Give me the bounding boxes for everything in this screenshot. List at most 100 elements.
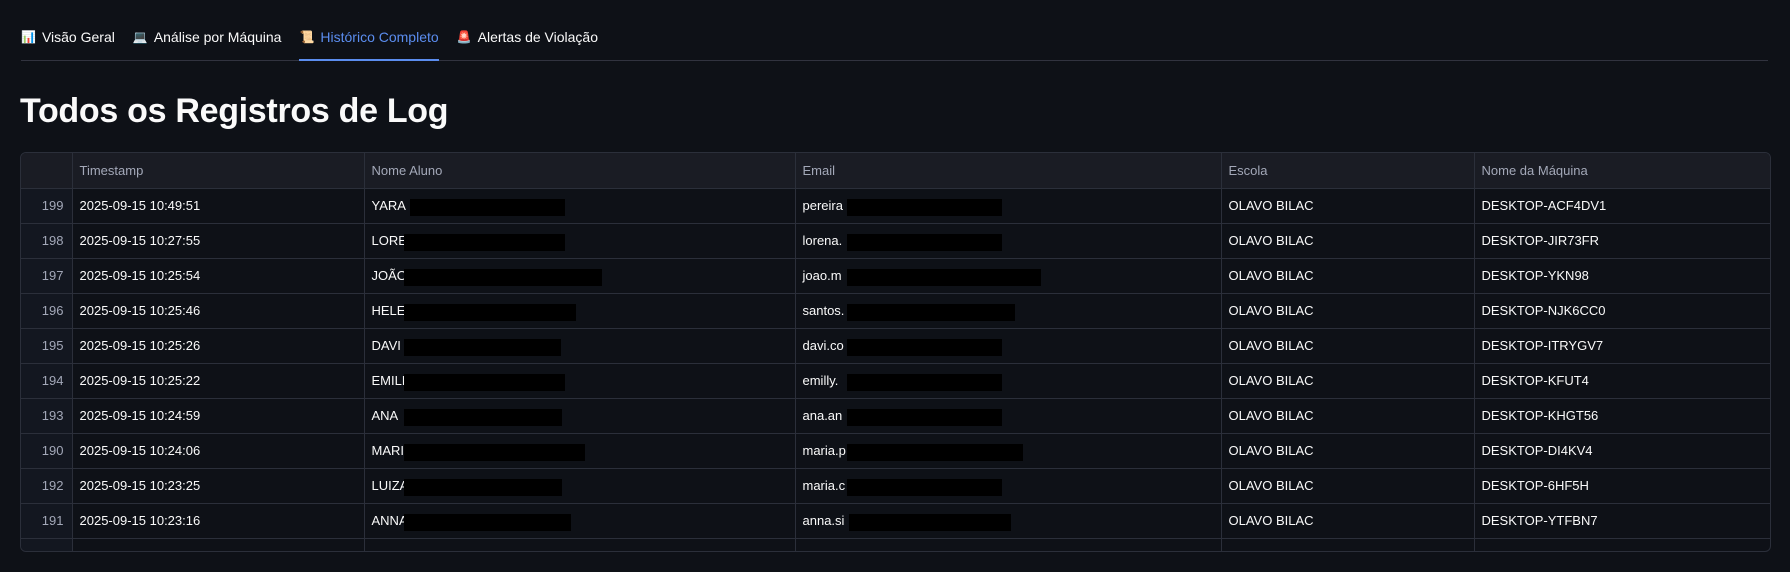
column-header-nome-maquina[interactable]: Nome da Máquina: [1474, 153, 1770, 189]
table-row[interactable]: 191 2025-09-15 10:23:16 ANNA anna.si OLAVO B…: [21, 503, 1770, 539]
cell-escola-text: OLAVO BILAC: [1228, 512, 1314, 528]
cell-email-text: maria.p: [802, 442, 846, 458]
cell-nome-maquina[interactable]: DESKTOP-YTFBN7: [1474, 503, 1770, 539]
cell-escola[interactable]: OLAVO BILAC: [1221, 223, 1475, 259]
cell-nome-aluno[interactable]: EMILL: [364, 363, 796, 399]
cell-email[interactable]: emilly.: [795, 363, 1222, 399]
cell-email-text: davi.co: [802, 337, 844, 353]
cell-index[interactable]: 197: [21, 258, 73, 294]
cell-index[interactable]: 196: [21, 293, 73, 329]
tab-visao-geral[interactable]: 📊 Visão Geral: [21, 22, 115, 60]
cell-index[interactable]: 192: [21, 468, 73, 504]
cell-email[interactable]: maria.c: [795, 468, 1222, 504]
table-row[interactable]: 196 2025-09-15 10:25:46 HELE santos. OLAVO B…: [21, 293, 1770, 329]
cell-index[interactable]: 191: [21, 503, 73, 539]
cell-timestamp[interactable]: 2025-09-15 10:25:54: [72, 258, 365, 294]
cell-escola-text: OLAVO BILAC: [1228, 442, 1314, 458]
cell-index-text: 192: [41, 477, 64, 493]
column-header-email[interactable]: Email: [795, 153, 1222, 189]
cell-timestamp[interactable]: 2025-09-15 10:24:06: [72, 433, 365, 469]
cell-timestamp[interactable]: 2025-09-15 10:24:59: [72, 398, 365, 434]
cell-nome-aluno[interactable]: LORE: [364, 223, 796, 259]
table-row[interactable]: 193 2025-09-15 10:24:59 ANA ana.an OLAVO BIL…: [21, 398, 1770, 434]
cell-nome-maquina[interactable]: DESKTOP-NJK6CC0: [1474, 293, 1770, 329]
cell-nome-maquina[interactable]: DESKTOP-ITRYGV7: [1474, 328, 1770, 364]
cell-email[interactable]: pereira: [795, 188, 1222, 224]
cell-timestamp[interactable]: 2025-09-15 10:23:16: [72, 503, 365, 539]
column-header-escola[interactable]: Escola: [1221, 153, 1475, 189]
cell-nome-aluno-text: LORE: [371, 232, 407, 248]
cell-escola[interactable]: OLAVO BILAC: [1221, 503, 1475, 539]
cell-timestamp[interactable]: 2025-09-15 10:25:22: [72, 363, 365, 399]
empty-cell: [795, 538, 1222, 551]
cell-escola[interactable]: OLAVO BILAC: [1221, 433, 1475, 469]
column-header-nome-aluno[interactable]: Nome Aluno: [364, 153, 796, 189]
cell-email[interactable]: anna.si: [795, 503, 1222, 539]
cell-nome-maquina[interactable]: DESKTOP-KFUT4: [1474, 363, 1770, 399]
cell-index[interactable]: 195: [21, 328, 73, 364]
redaction-bar: [403, 478, 562, 496]
cell-escola[interactable]: OLAVO BILAC: [1221, 328, 1475, 364]
cell-nome-aluno[interactable]: HELE: [364, 293, 796, 329]
cell-escola[interactable]: OLAVO BILAC: [1221, 188, 1475, 224]
cell-index[interactable]: 199: [21, 188, 73, 224]
cell-index[interactable]: 193: [21, 398, 73, 434]
cell-nome-maquina[interactable]: DESKTOP-YKN98: [1474, 258, 1770, 294]
cell-nome-maquina[interactable]: DESKTOP-KHGT56: [1474, 398, 1770, 434]
cell-email[interactable]: davi.co: [795, 328, 1222, 364]
cell-email[interactable]: ana.an: [795, 398, 1222, 434]
cell-timestamp-text: 2025-09-15 10:25:46: [79, 302, 201, 318]
cell-nome-aluno[interactable]: MARI: [364, 433, 796, 469]
table-row[interactable]: 199 2025-09-15 10:49:51 YARA pereira OLAVO B…: [21, 188, 1770, 224]
cell-timestamp[interactable]: 2025-09-15 10:25:26: [72, 328, 365, 364]
tab-historico-completo[interactable]: 📜 Histórico Completo: [299, 22, 439, 61]
column-header-index[interactable]: [21, 153, 73, 189]
tab-alertas-de-violacao[interactable]: 🚨 Alertas de Violação: [457, 22, 598, 60]
redaction-bar: [846, 478, 1002, 496]
cell-email[interactable]: santos.: [795, 293, 1222, 329]
log-data-table[interactable]: Timestamp Nome Aluno Email Escola Nome d…: [20, 152, 1771, 552]
table-row[interactable]: 195 2025-09-15 10:25:26 DAVI davi.co OLAVO B…: [21, 328, 1770, 364]
cell-timestamp[interactable]: 2025-09-15 10:49:51: [72, 188, 365, 224]
cell-nome-maquina[interactable]: DESKTOP-JIR73FR: [1474, 223, 1770, 259]
cell-email-text: anna.si: [802, 512, 845, 528]
cell-email[interactable]: maria.p: [795, 433, 1222, 469]
cell-escola[interactable]: OLAVO BILAC: [1221, 258, 1475, 294]
cell-nome-aluno[interactable]: ANA: [364, 398, 796, 434]
cell-nome-maquina[interactable]: DESKTOP-6HF5H: [1474, 468, 1770, 504]
cell-nome-aluno[interactable]: YARA: [364, 188, 796, 224]
cell-escola[interactable]: OLAVO BILAC: [1221, 398, 1475, 434]
redaction-bar: [403, 338, 561, 356]
cell-index[interactable]: 198: [21, 223, 73, 259]
cell-escola[interactable]: OLAVO BILAC: [1221, 293, 1475, 329]
redaction-bar: [846, 233, 1002, 251]
table-row[interactable]: 198 2025-09-15 10:27:55 LORE lorena. OLAVO B…: [21, 223, 1770, 259]
redaction-bar: [846, 443, 1023, 461]
cell-timestamp[interactable]: 2025-09-15 10:23:25: [72, 468, 365, 504]
cell-nome-aluno[interactable]: LUIZA: [364, 468, 796, 504]
cell-index[interactable]: 190: [21, 433, 73, 469]
cell-escola[interactable]: OLAVO BILAC: [1221, 468, 1475, 504]
table-row[interactable]: 190 2025-09-15 10:24:06 MARI maria.p OLAVO B…: [21, 433, 1770, 469]
cell-index-text: 198: [41, 232, 64, 248]
table-row[interactable]: 197 2025-09-15 10:25:54 JOÃO joao.m OLAVO BI…: [21, 258, 1770, 294]
cell-email[interactable]: lorena.: [795, 223, 1222, 259]
column-header-timestamp[interactable]: Timestamp: [72, 153, 365, 189]
tab-analise-por-maquina[interactable]: 💻 Análise por Máquina: [133, 22, 282, 60]
cell-escola[interactable]: OLAVO BILAC: [1221, 363, 1475, 399]
table-row[interactable]: 192 2025-09-15 10:23:25 LUIZA maria.c OLAVO …: [21, 468, 1770, 504]
cell-nome-maquina[interactable]: DESKTOP-ACF4DV1: [1474, 188, 1770, 224]
empty-cell: [1474, 538, 1770, 551]
tab-label: Visão Geral: [41, 29, 115, 45]
cell-timestamp[interactable]: 2025-09-15 10:25:46: [72, 293, 365, 329]
cell-nome-aluno[interactable]: DAVI: [364, 328, 796, 364]
cell-index[interactable]: 194: [21, 363, 73, 399]
cell-email[interactable]: joao.m: [795, 258, 1222, 294]
redaction-bar: [403, 303, 576, 321]
cell-timestamp[interactable]: 2025-09-15 10:27:55: [72, 223, 365, 259]
cell-nome-maquina[interactable]: DESKTOP-DI4KV4: [1474, 433, 1770, 469]
cell-nome-aluno[interactable]: JOÃO: [364, 258, 796, 294]
cell-escola-text: OLAVO BILAC: [1228, 477, 1314, 493]
table-row[interactable]: 194 2025-09-15 10:25:22 EMILL emilly. OLAVO …: [21, 363, 1770, 399]
cell-nome-aluno[interactable]: ANNA: [364, 503, 796, 539]
